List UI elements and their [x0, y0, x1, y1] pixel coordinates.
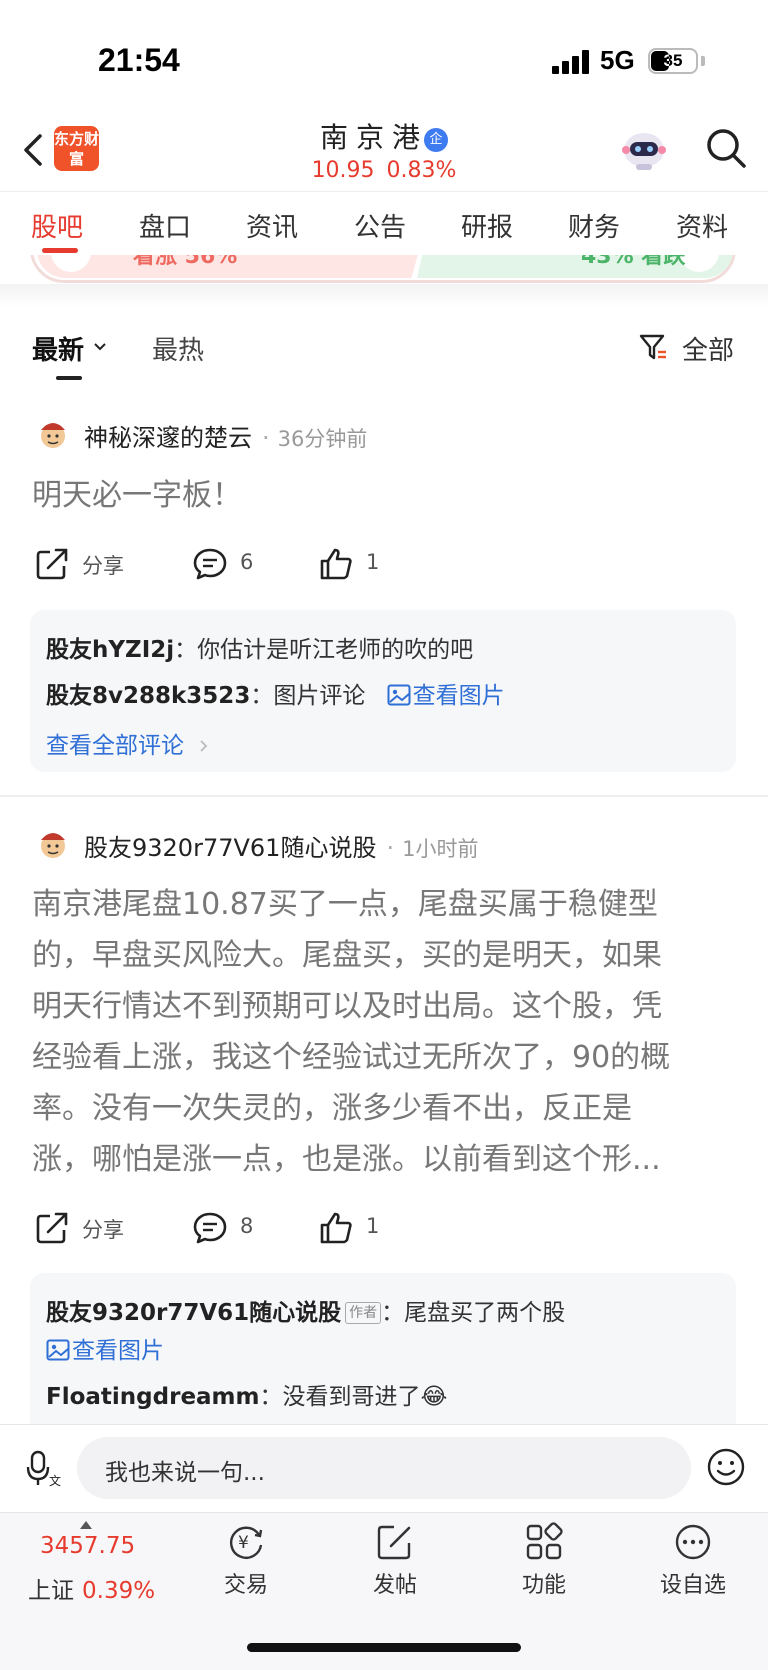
image-icon: [387, 684, 411, 706]
filter-icon[interactable]: [638, 332, 668, 362]
svg-text:文: 文: [49, 1473, 61, 1487]
avatar[interactable]: [36, 416, 70, 450]
stock-price: 10.95: [311, 158, 375, 183]
chevron-right-icon: [200, 740, 208, 752]
view-all-comments-link[interactable]: 查看全部评论: [46, 726, 209, 760]
voice-input-icon[interactable]: 文: [24, 1449, 62, 1487]
comment-user[interactable]: 股友hYZI2j: [46, 637, 174, 663]
comment-item[interactable]: 股友8v288k3523：图片评论 查看图片: [46, 676, 505, 710]
comment-item[interactable]: Floatingdreamm：没看到哥进了😂: [46, 1377, 447, 1411]
tab-finance[interactable]: 财务: [568, 207, 620, 244]
tab-research[interactable]: 研报: [461, 207, 513, 244]
avatar[interactable]: [36, 826, 70, 860]
comment-text: 尾盘买了两个股: [404, 1300, 566, 1326]
post-actions: 分享 8 1: [0, 1206, 768, 1250]
chevron-down-icon[interactable]: [93, 340, 107, 354]
signal-icon: [552, 50, 590, 74]
index-name: 上证 0.39%: [28, 1578, 156, 1604]
post-actions: 分享 6 1: [0, 542, 768, 586]
comment-icon[interactable]: [192, 1210, 228, 1246]
share-icon[interactable]: [34, 1210, 70, 1246]
filter-all[interactable]: 全部: [682, 330, 734, 367]
share-label[interactable]: 分享: [82, 1214, 124, 1244]
post-time: 36分钟前: [277, 427, 368, 451]
emoji-icon[interactable]: [706, 1447, 746, 1487]
view-image-link[interactable]: 查看图片: [387, 683, 505, 709]
post-content[interactable]: 南京港尾盘10.87买了一点，尾盘买属于稳健型 的，早盘买风险大。尾盘买，买的是…: [32, 879, 732, 1185]
comment-preview[interactable]: 股友9320r77V61随心说股 作者 ：尾盘买了两个股 查看图片 Floating…: [30, 1273, 736, 1425]
comment-preview[interactable]: 股友hYZI2j：你估计是听江老师的吹的吧 股友8v288k3523：图片评论 …: [30, 610, 736, 772]
like-icon[interactable]: [318, 1210, 354, 1246]
stock-change: 0.83%: [386, 158, 457, 183]
post-content[interactable]: 明天必一字板！: [32, 470, 732, 521]
comment-text: 图片评论: [273, 683, 366, 709]
image-icon: [46, 1339, 70, 1361]
share-label[interactable]: 分享: [82, 550, 124, 580]
stock-header: 东方财富 南京港企 10.95 0.83%: [0, 110, 768, 192]
tab-pankou[interactable]: 盘口: [139, 207, 191, 244]
comment-icon[interactable]: [192, 546, 228, 582]
comment-text: 没看到哥进了😂: [282, 1384, 448, 1410]
comment-input[interactable]: 我也来说一句...: [77, 1437, 691, 1499]
sentiment-vote-bar[interactable]: 看涨 56% 43% 看跌: [30, 255, 736, 285]
post-author[interactable]: 神秘深邃的楚云 · 36分钟前: [84, 418, 367, 453]
search-icon[interactable]: [704, 126, 748, 170]
vote-down-label: 43% 看跌: [581, 255, 686, 269]
sort-hot[interactable]: 最热: [152, 330, 204, 367]
comment-placeholder: 我也来说一句...: [105, 1460, 265, 1486]
comment-count[interactable]: 6: [240, 550, 253, 574]
tab-announcements[interactable]: 公告: [354, 207, 406, 244]
battery-level: 35: [663, 51, 683, 70]
trade-icon: ¥: [229, 1526, 263, 1559]
home-indicator: [247, 1643, 521, 1652]
svg-text:¥: ¥: [238, 1533, 249, 1553]
vote-up-label: 看涨 56%: [133, 255, 238, 269]
comment-text: 你估计是听江老师的吹的吧: [197, 637, 474, 663]
stock-name: 南京港: [319, 121, 428, 154]
nav-post[interactable]: 发帖: [335, 1521, 455, 1599]
sort-latest[interactable]: 最新: [32, 330, 84, 367]
tab-profile[interactable]: 资料: [676, 207, 728, 244]
comment-count[interactable]: 8: [240, 1214, 253, 1238]
like-icon[interactable]: [318, 546, 354, 582]
status-time: 21:54: [98, 42, 180, 78]
caret-up-icon: [80, 1521, 92, 1529]
comment-item[interactable]: 股友hYZI2j：你估计是听江老师的吹的吧: [46, 630, 473, 664]
sort-bar: 最新 最热 全部: [0, 310, 768, 382]
nav-watchlist[interactable]: 设自选: [633, 1521, 753, 1599]
comment-user[interactable]: 股友8v288k3523: [46, 683, 250, 709]
post-author[interactable]: 股友9320r77V61随心说股 · 1小时前: [84, 828, 478, 863]
view-image-link[interactable]: 查看图片: [46, 1331, 164, 1365]
status-bar: 21:54 5G 35: [0, 0, 768, 110]
stock-tabs: 股吧 盘口 资讯 公告 研报 财务 资料: [0, 193, 768, 257]
ai-assistant-icon[interactable]: [620, 128, 668, 172]
network-type: 5G: [600, 45, 635, 75]
like-count[interactable]: 1: [366, 550, 379, 574]
share-icon[interactable]: [34, 546, 70, 582]
post-time: 1小时前: [402, 837, 479, 861]
battery-icon: 35: [648, 48, 698, 74]
index-value: 3457.75: [40, 1533, 136, 1559]
tab-news[interactable]: 资讯: [246, 207, 298, 244]
edit-post-icon: [377, 1525, 411, 1560]
comment-item[interactable]: 股友9320r77V61随心说股 作者 ：尾盘买了两个股: [46, 1293, 565, 1327]
tab-guba[interactable]: 股吧: [31, 207, 83, 244]
nav-trade[interactable]: ¥ 交易: [186, 1521, 306, 1599]
more-icon: [675, 1524, 711, 1560]
grid-icon: [526, 1522, 563, 1560]
comment-input-bar: 文 我也来说一句...: [0, 1424, 768, 1512]
active-tab-indicator: [42, 248, 78, 253]
comment-user[interactable]: 股友9320r77V61随心说股: [46, 1300, 341, 1326]
index-change: 0.39%: [82, 1578, 156, 1604]
like-count[interactable]: 1: [366, 1214, 379, 1238]
author-tag: 作者: [345, 1302, 382, 1324]
comment-user[interactable]: Floatingdreamm: [46, 1384, 260, 1410]
nav-functions[interactable]: 功能: [484, 1521, 604, 1599]
verified-badge-icon: 企: [424, 128, 448, 152]
post-divider: [0, 795, 768, 797]
